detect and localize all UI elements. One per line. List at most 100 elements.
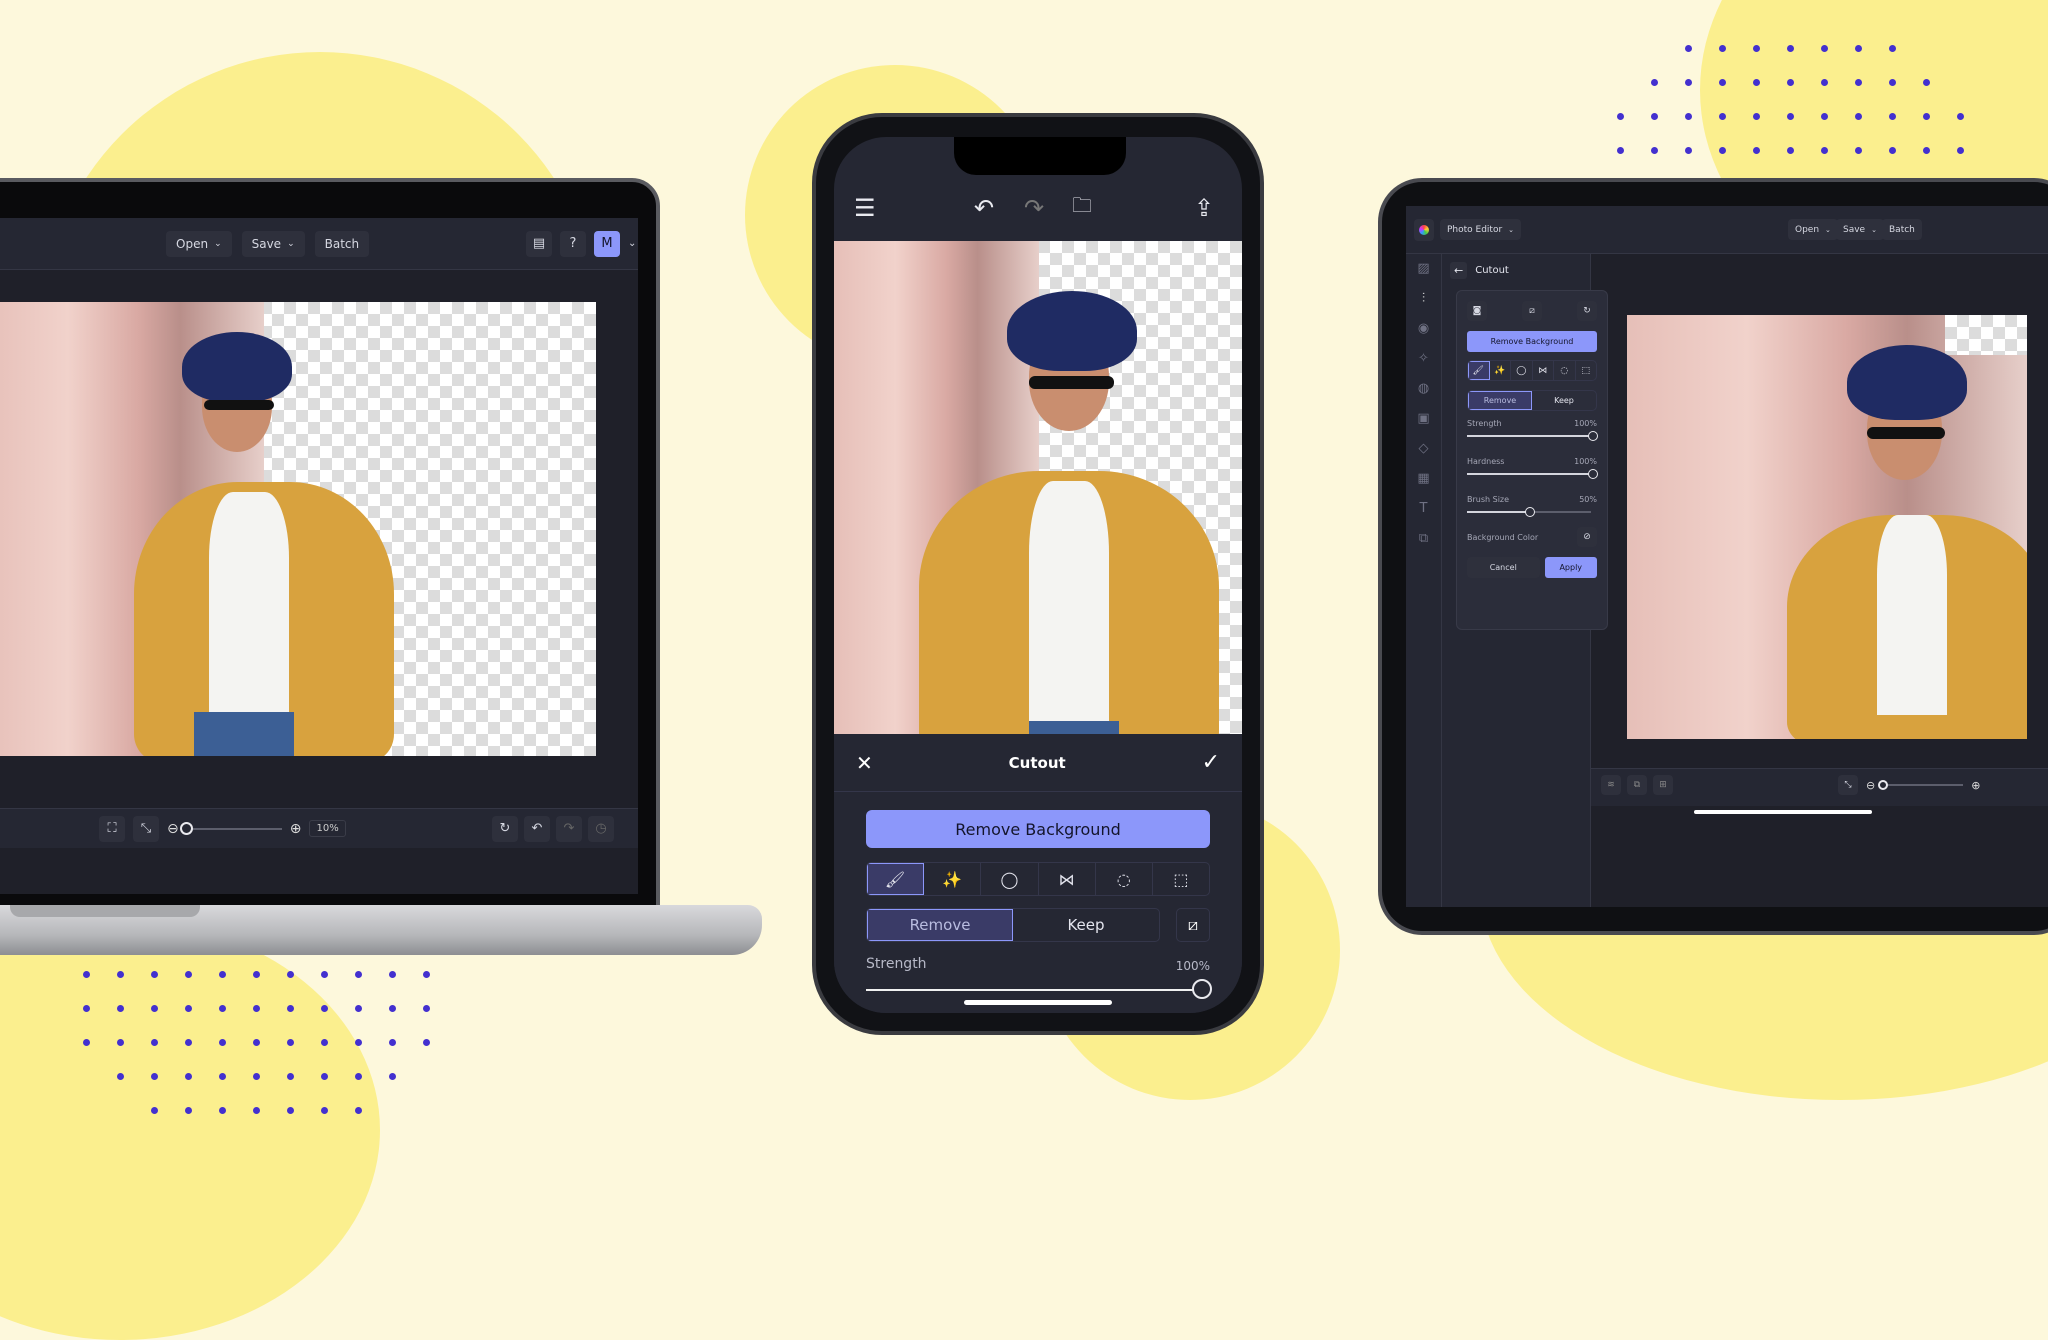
polygon-lasso-icon[interactable]: ⋈ bbox=[1039, 863, 1096, 895]
compare-icon[interactable]: ⧉ bbox=[1627, 775, 1647, 795]
image-icon[interactable]: ▨ bbox=[1406, 254, 1441, 284]
zoom-in-icon[interactable]: ⊕ bbox=[290, 821, 302, 837]
remove-mode-button[interactable]: Remove bbox=[867, 909, 1013, 941]
dot bbox=[151, 1005, 158, 1012]
app-switcher[interactable]: Photo Editor ⌄ bbox=[1440, 219, 1522, 240]
zoom-out-icon[interactable]: ⊖ bbox=[167, 821, 179, 837]
menu-icon[interactable]: ☰ bbox=[854, 194, 876, 222]
background-transparency-icon[interactable]: ⧄ bbox=[1176, 908, 1210, 942]
back-arrow-icon[interactable]: ← bbox=[1450, 262, 1468, 279]
save-button[interactable]: Save ⌄ bbox=[1836, 219, 1884, 240]
apply-button[interactable]: Apply bbox=[1544, 557, 1597, 578]
feedback-icon[interactable]: ▤ bbox=[526, 230, 552, 257]
zoom-out-icon[interactable]: ⊖ bbox=[1866, 779, 1875, 792]
slider-knob[interactable] bbox=[1525, 507, 1535, 517]
strength-slider-knob[interactable] bbox=[1192, 979, 1212, 999]
grid-icon[interactable]: ⊞ bbox=[1653, 775, 1673, 795]
remove-background-button[interactable]: Remove Background bbox=[1467, 331, 1597, 352]
layers-icon[interactable]: ≋ bbox=[1601, 775, 1621, 795]
help-icon[interactable]: ? bbox=[560, 230, 586, 257]
zoom-slider[interactable] bbox=[180, 821, 282, 835]
selection-tools: 🖌 ✨ ◯ ⋈ ◌ ⬚ bbox=[866, 862, 1210, 896]
overlay-icon[interactable]: ⧉ bbox=[1406, 524, 1441, 554]
canvas-image[interactable] bbox=[1627, 315, 2027, 739]
check-icon[interactable]: ✓ bbox=[1202, 750, 1220, 775]
panel-title: Cutout bbox=[1475, 265, 1509, 276]
rect-select-icon[interactable]: ⬚ bbox=[1576, 361, 1597, 380]
zoom-slider-knob[interactable] bbox=[1878, 780, 1889, 790]
dot bbox=[355, 1107, 362, 1114]
undo-icon[interactable]: ↶ bbox=[974, 194, 994, 222]
magic-wand-icon[interactable]: ✨ bbox=[1490, 361, 1511, 380]
redo-icon[interactable]: ↷ bbox=[556, 815, 582, 842]
close-icon[interactable]: ✕ bbox=[856, 751, 873, 775]
slider-track[interactable] bbox=[1467, 507, 1591, 517]
texture-icon[interactable]: ▦ bbox=[1406, 464, 1441, 494]
strength-slider[interactable] bbox=[866, 979, 1212, 999]
polygon-lasso-icon[interactable]: ⋈ bbox=[1533, 361, 1554, 380]
dot bbox=[1753, 45, 1760, 52]
lasso-icon[interactable]: ◯ bbox=[1511, 361, 1533, 380]
keep-mode-button[interactable]: Keep bbox=[1532, 391, 1596, 410]
open-button[interactable]: Open ⌄ bbox=[1788, 219, 1838, 240]
undo-icon[interactable]: ↶ bbox=[524, 815, 550, 842]
canvas-image[interactable] bbox=[0, 302, 596, 756]
lasso-icon[interactable]: ◯ bbox=[981, 863, 1039, 895]
rect-select-icon[interactable]: ⬚ bbox=[1153, 863, 1209, 895]
zoom-slider-knob[interactable] bbox=[180, 821, 194, 835]
avatar[interactable]: M bbox=[594, 230, 620, 257]
canvas-image[interactable] bbox=[834, 241, 1242, 755]
dot bbox=[1821, 113, 1828, 120]
phone-screen: ☰ ↶ ↷ 🗀 ⇪ ✕ Cutout ✓ Remove Background 🖌… bbox=[834, 137, 1242, 1013]
collapse-icon[interactable]: ⤡ bbox=[133, 815, 159, 842]
frame-icon[interactable]: ▣ bbox=[1406, 404, 1441, 434]
dot bbox=[185, 1073, 192, 1080]
batch-button[interactable]: Batch bbox=[1882, 219, 1922, 240]
chevron-down-icon: ⌄ bbox=[287, 238, 295, 249]
zoom-in-icon[interactable]: ⊕ bbox=[1971, 779, 1980, 792]
zoom-slider[interactable] bbox=[1878, 780, 1964, 790]
remove-background-button[interactable]: Remove Background bbox=[866, 810, 1210, 848]
save-button[interactable]: Save ⌄ bbox=[241, 230, 305, 257]
no-color-icon[interactable]: ⊘ bbox=[1577, 527, 1597, 547]
chevron-down-icon[interactable]: ⌄ bbox=[628, 238, 636, 249]
cancel-button[interactable]: Cancel bbox=[1467, 557, 1540, 578]
open-folder-icon[interactable]: 🗀 bbox=[1072, 191, 1092, 225]
slider-track[interactable] bbox=[1467, 469, 1598, 479]
person-cutout bbox=[919, 281, 1219, 755]
palette-icon[interactable]: ◍ bbox=[1406, 374, 1441, 404]
shapes-icon[interactable]: ◇ bbox=[1406, 434, 1441, 464]
batch-button[interactable]: Batch bbox=[314, 230, 370, 257]
slider-track[interactable] bbox=[1467, 431, 1598, 441]
brush-tool-icon[interactable]: 🖌 bbox=[867, 863, 925, 895]
subject-icon[interactable]: ◙ bbox=[1467, 301, 1487, 321]
slider-knob[interactable] bbox=[1588, 431, 1598, 441]
ellipse-select-icon[interactable]: ◌ bbox=[1096, 863, 1153, 895]
slider-knob[interactable] bbox=[1588, 469, 1598, 479]
strength-label: Strength bbox=[866, 956, 927, 972]
ellipse-select-icon[interactable]: ◌ bbox=[1554, 361, 1576, 380]
mode-toggle: Remove Keep bbox=[866, 908, 1160, 942]
eye-icon[interactable]: ◉ bbox=[1406, 314, 1441, 344]
magic-wand-icon[interactable]: ✨ bbox=[924, 863, 982, 895]
redo-icon[interactable]: ↷ bbox=[1024, 194, 1044, 222]
effects-icon[interactable]: ✧ bbox=[1406, 344, 1441, 374]
mode-toggle: Remove Keep bbox=[1467, 390, 1597, 411]
adjust-icon[interactable]: ⫶ bbox=[1406, 284, 1441, 314]
keep-mode-button[interactable]: Keep bbox=[1013, 909, 1159, 941]
brush-tool-icon[interactable]: 🖌 bbox=[1468, 361, 1490, 380]
open-button[interactable]: Open ⌄ bbox=[166, 230, 232, 257]
collapse-icon[interactable]: ⤡ bbox=[1838, 775, 1858, 795]
dot bbox=[287, 1039, 294, 1046]
reset-icon[interactable]: ↻ bbox=[1577, 301, 1597, 321]
fit-screen-icon[interactable]: ⛶ bbox=[99, 815, 125, 842]
dot bbox=[1923, 113, 1930, 120]
reset-icon[interactable]: ↻ bbox=[492, 815, 518, 842]
remove-mode-button[interactable]: Remove bbox=[1468, 391, 1532, 410]
background-transparency-icon[interactable]: ⧄ bbox=[1522, 301, 1542, 321]
dot bbox=[253, 1107, 260, 1114]
text-icon[interactable]: T bbox=[1406, 494, 1441, 524]
share-icon[interactable]: ⇪ bbox=[1194, 194, 1214, 222]
dot bbox=[1753, 113, 1760, 120]
history-icon[interactable]: ◷ bbox=[588, 815, 614, 842]
